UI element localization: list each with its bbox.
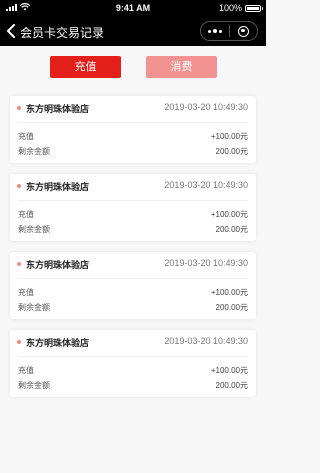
type-label: 充值 — [18, 366, 34, 375]
ellipsis-icon — [207, 29, 211, 33]
amount-row: 充值 +100.00元 — [18, 131, 248, 143]
balance-label: 剩余金额 — [18, 381, 50, 390]
bullet-dot — [17, 106, 21, 110]
balance-label: 剩余金额 — [18, 225, 50, 234]
segment-tabs: 充值 消费 — [0, 56, 266, 78]
more-button[interactable] — [201, 29, 229, 33]
record-datetime: 2019-03-20 10:49:30 — [164, 180, 248, 190]
chevron-left-icon — [7, 24, 15, 38]
status-right: 100% — [218, 3, 263, 13]
balance-value: 200.00元 — [215, 381, 248, 390]
balance-row: 剩余金额 200.00元 — [18, 302, 248, 314]
card-divider — [18, 122, 248, 123]
balance-row: 剩余金额 200.00元 — [18, 146, 248, 158]
store-name: 东方明珠体验店 — [26, 338, 90, 348]
type-label: 充值 — [18, 132, 34, 141]
store-name: 东方明珠体验店 — [26, 182, 90, 192]
balance-value: 200.00元 — [215, 147, 248, 156]
store-name: 东方明珠体验店 — [26, 260, 90, 270]
record-card[interactable]: 东方明珠体验店 2019-03-20 10:49:30 充值 +100.00元 … — [10, 330, 256, 397]
type-label: 充值 — [18, 288, 34, 297]
amount-value: +100.00元 — [210, 210, 248, 219]
card-divider — [18, 200, 248, 201]
close-button[interactable] — [230, 25, 258, 37]
record-card[interactable]: 东方明珠体验店 2019-03-20 10:49:30 充值 +100.00元 … — [10, 96, 256, 163]
card-header: 东方明珠体验店 2019-03-20 10:49:30 — [10, 174, 256, 196]
amount-row: 充值 +100.00元 — [18, 287, 248, 299]
record-card[interactable]: 东方明珠体验店 2019-03-20 10:49:30 充值 +100.00元 … — [10, 174, 256, 241]
tab-consume[interactable]: 消费 — [146, 56, 217, 78]
nav-bar: 会员卡交易记录 — [0, 16, 266, 46]
record-datetime: 2019-03-20 10:49:30 — [164, 336, 248, 346]
bullet-dot — [17, 262, 21, 266]
battery-percent: 100% — [218, 3, 242, 13]
page-title: 会员卡交易记录 — [20, 26, 105, 40]
tab-recharge[interactable]: 充值 — [50, 56, 121, 78]
balance-value: 200.00元 — [215, 225, 248, 234]
record-datetime: 2019-03-20 10:49:30 — [164, 102, 248, 112]
amount-row: 充值 +100.00元 — [18, 209, 248, 221]
mini-program-capsule — [200, 21, 258, 41]
card-divider — [18, 278, 248, 279]
amount-value: +100.00元 — [210, 288, 248, 297]
balance-value: 200.00元 — [215, 303, 248, 312]
store-name: 东方明珠体验店 — [26, 104, 90, 114]
card-header: 东方明珠体验店 2019-03-20 10:49:30 — [10, 330, 256, 352]
balance-row: 剩余金额 200.00元 — [18, 380, 248, 392]
amount-value: +100.00元 — [210, 366, 248, 375]
record-card[interactable]: 东方明珠体验店 2019-03-20 10:49:30 充值 +100.00元 … — [10, 252, 256, 319]
card-divider — [18, 356, 248, 357]
amount-value: +100.00元 — [210, 132, 248, 141]
balance-row: 剩余金额 200.00元 — [18, 224, 248, 236]
type-label: 充值 — [18, 210, 34, 219]
target-circle-icon — [237, 25, 249, 37]
amount-row: 充值 +100.00元 — [18, 365, 248, 377]
balance-label: 剩余金额 — [18, 147, 50, 156]
battery-icon — [245, 4, 263, 12]
status-bar: 9:41 AM 100% — [0, 0, 266, 16]
bullet-dot — [17, 340, 21, 344]
card-header: 东方明珠体验店 2019-03-20 10:49:30 — [10, 96, 256, 118]
bullet-dot — [17, 184, 21, 188]
card-header: 东方明珠体验店 2019-03-20 10:49:30 — [10, 252, 256, 274]
record-datetime: 2019-03-20 10:49:30 — [164, 258, 248, 268]
balance-label: 剩余金额 — [18, 303, 50, 312]
